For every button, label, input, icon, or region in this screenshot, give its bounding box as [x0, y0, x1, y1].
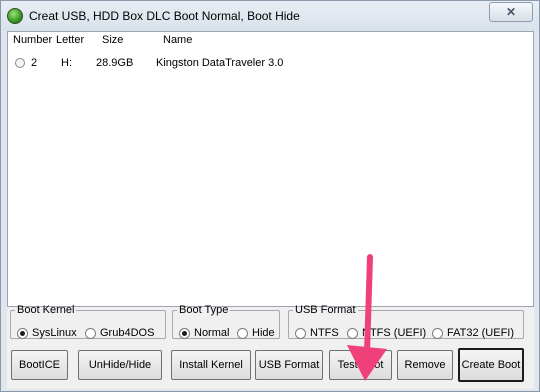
- drive-letter: H:: [61, 57, 72, 69]
- fat32-uefi-option[interactable]: FAT32 (UEFI): [432, 327, 514, 339]
- syslinux-label: SysLinux: [32, 327, 77, 339]
- unhide-hide-button[interactable]: UnHide/Hide: [78, 350, 162, 380]
- usb-format-group: USB Format NTFS NTFS (UEFI) FAT32 (UEFI): [288, 305, 524, 339]
- window-title: Creat USB, HDD Box DLC Boot Normal, Boot…: [29, 9, 300, 23]
- main-window: Creat USB, HDD Box DLC Boot Normal, Boot…: [0, 0, 540, 392]
- normal-label: Normal: [194, 327, 230, 339]
- normal-option[interactable]: Normal: [179, 327, 229, 339]
- hide-option[interactable]: Hide: [237, 327, 275, 339]
- usb-format-button[interactable]: USB Format: [255, 350, 323, 380]
- ntfs-radio[interactable]: [295, 327, 306, 339]
- create-boot-button[interactable]: Create Boot: [458, 348, 524, 382]
- close-icon: ✕: [505, 5, 517, 19]
- ntfs-label: NTFS: [310, 327, 339, 339]
- boot-type-group: Boot Type Normal Hide: [172, 305, 280, 339]
- test-boot-button[interactable]: Test Boot: [329, 350, 392, 380]
- title-bar: Creat USB, HDD Box DLC Boot Normal, Boot…: [1, 1, 539, 31]
- ntfs-option[interactable]: NTFS: [295, 327, 339, 339]
- drive-size: 28.9GB: [96, 57, 134, 69]
- grub4dos-option[interactable]: Grub4DOS: [85, 327, 154, 339]
- close-button[interactable]: ✕: [489, 2, 533, 22]
- list-header: Number Letter Size Name: [8, 34, 533, 48]
- boot-type-legend: Boot Type: [179, 304, 229, 316]
- drive-select-radio[interactable]: [15, 58, 25, 68]
- column-header-name: Name: [163, 34, 193, 46]
- column-header-number: Number: [13, 34, 53, 46]
- syslinux-radio[interactable]: [17, 327, 28, 339]
- hide-radio[interactable]: [237, 327, 248, 339]
- install-kernel-button[interactable]: Install Kernel: [171, 350, 251, 380]
- bootice-button[interactable]: BootICE: [11, 350, 68, 380]
- grub4dos-radio[interactable]: [85, 327, 96, 339]
- usb-format-legend: USB Format: [295, 304, 356, 316]
- app-icon: [7, 8, 23, 24]
- hide-label: Hide: [252, 327, 275, 339]
- drive-number: 2: [31, 57, 38, 69]
- syslinux-option[interactable]: SysLinux: [17, 327, 77, 339]
- ntfs-uefi-radio[interactable]: [347, 327, 358, 339]
- boot-kernel-legend: Boot Kernel: [17, 304, 75, 316]
- remove-button[interactable]: Remove: [397, 350, 453, 380]
- options-panel: Boot Kernel SysLinux Grub4DOS Boot Type …: [7, 305, 534, 389]
- fat32-uefi-label: FAT32 (UEFI): [447, 327, 515, 339]
- column-header-size: Size: [102, 34, 124, 46]
- normal-radio[interactable]: [179, 327, 190, 339]
- drive-name: Kingston DataTraveler 3.0: [156, 57, 284, 69]
- ntfs-uefi-option[interactable]: NTFS (UEFI): [347, 327, 426, 339]
- fat32-uefi-radio[interactable]: [432, 327, 443, 339]
- grub4dos-label: Grub4DOS: [100, 327, 155, 339]
- ntfs-uefi-label: NTFS (UEFI): [362, 327, 427, 339]
- column-header-letter: Letter: [56, 34, 85, 46]
- drive-row[interactable]: 2 H: 28.9GB Kingston DataTraveler 3.0: [8, 55, 533, 71]
- boot-kernel-group: Boot Kernel SysLinux Grub4DOS: [10, 305, 166, 339]
- drive-list[interactable]: Number Letter Size Name 2 H: 28.9GB King…: [7, 31, 534, 307]
